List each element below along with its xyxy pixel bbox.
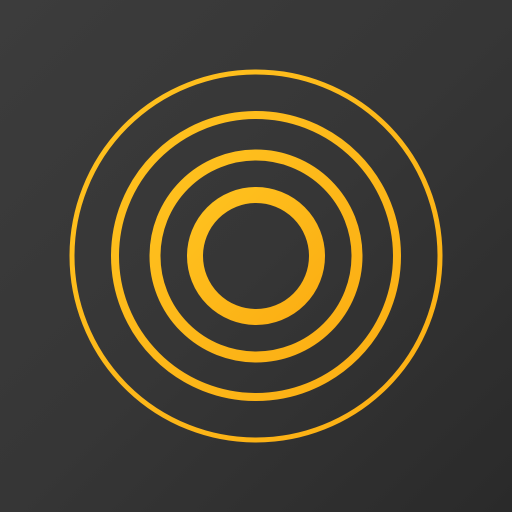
app-icon-canvas [0, 0, 512, 512]
outer-ring [69, 69, 443, 443]
second-ring [149, 149, 363, 363]
concentric-rings-icon [69, 69, 443, 443]
inner-ring [187, 187, 325, 325]
